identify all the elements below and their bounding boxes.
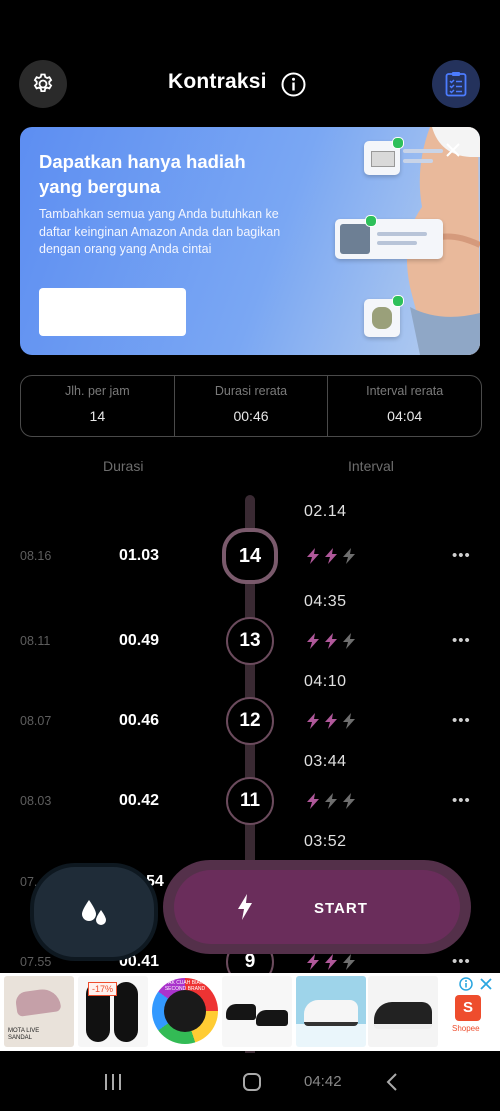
- ad-product-sticker[interactable]: TAPAK CUAH BIAWAS SECOND BRAND: [150, 976, 220, 1047]
- water-break-button[interactable]: [30, 863, 158, 961]
- ad-label: MOTA LIVE SANDAL: [8, 1028, 40, 1041]
- more-options-button[interactable]: •••: [452, 712, 471, 729]
- check-icon: [365, 215, 377, 227]
- more-options-button[interactable]: •••: [452, 547, 471, 564]
- ad-product-running-shoe[interactable]: [368, 976, 438, 1047]
- lightning-icon: [238, 894, 252, 920]
- product-card: [335, 215, 443, 259]
- ad-product-sneakers[interactable]: [296, 976, 366, 1047]
- interval-value: 03:44: [304, 753, 347, 770]
- intensity-bolt-icon: [343, 793, 355, 809]
- product-ad-strip[interactable]: MOTA LIVE SANDAL -17% TAPAK CUAH BIAWAS …: [0, 973, 500, 1051]
- intensity-indicator: [306, 793, 356, 809]
- intensity-bolt-icon: [307, 713, 319, 729]
- banner-headline: Dapatkan hanya hadiah yang berguna: [39, 151, 246, 197]
- stat-average-interval: Interval rerata 04:04: [327, 376, 481, 436]
- intensity-bolt-icon: [325, 633, 337, 649]
- intensity-indicator: [306, 713, 356, 729]
- intensity-bolt-icon: [325, 954, 337, 970]
- contraction-number-badge[interactable]: 12: [226, 697, 274, 745]
- intensity-bolt-icon: [325, 793, 337, 809]
- stat-label: Interval rerata: [366, 384, 444, 398]
- contraction-time: 08.07: [20, 714, 52, 728]
- recent-apps-icon[interactable]: [103, 1073, 123, 1091]
- intensity-bolt-icon: [307, 633, 319, 649]
- contraction-number-badge[interactable]: 13: [226, 617, 274, 665]
- more-options-button[interactable]: •••: [452, 792, 471, 809]
- interval-value: 04:10: [304, 673, 347, 690]
- shopee-label: Shopee: [452, 1024, 480, 1033]
- checklist-icon: [445, 72, 467, 97]
- page-title: Kontraksi: [168, 70, 267, 93]
- intensity-bolt-icon: [325, 713, 337, 729]
- close-icon[interactable]: [444, 141, 462, 159]
- intensity-bolt-icon: [325, 548, 337, 564]
- intensity-indicator: [306, 954, 356, 970]
- promo-banner[interactable]: Dapatkan hanya hadiah yang berguna Tamba…: [20, 127, 480, 355]
- contraction-duration: 01.03: [119, 547, 160, 564]
- close-icon[interactable]: [479, 977, 493, 991]
- ad-product-sandal[interactable]: MOTA LIVE SANDAL: [4, 976, 74, 1047]
- stat-value: 04:04: [387, 408, 423, 424]
- more-options-button[interactable]: •••: [452, 632, 471, 649]
- product-card: [364, 137, 404, 175]
- contraction-number-badge[interactable]: 11: [226, 777, 274, 825]
- system-nav-bar: 04:42: [0, 1053, 500, 1111]
- intensity-bolt-icon: [307, 793, 319, 809]
- nav-time: 04:42: [304, 1073, 342, 1090]
- product-card: [364, 295, 404, 337]
- stat-label: Durasi rerata: [214, 384, 288, 398]
- intensity-indicator: [306, 548, 356, 564]
- intensity-bolt-icon: [343, 633, 355, 649]
- contraction-duration: 00.42: [119, 792, 160, 809]
- home-icon[interactable]: [242, 1072, 262, 1092]
- contraction-time: 08.03: [20, 794, 52, 808]
- more-options-button[interactable]: •••: [452, 953, 471, 970]
- contraction-duration: 00.46: [119, 712, 160, 729]
- info-icon: [281, 72, 306, 97]
- start-button[interactable]: START: [163, 860, 471, 954]
- water-drops-icon: [82, 900, 106, 925]
- settings-button[interactable]: [19, 60, 67, 108]
- stat-value: 14: [89, 408, 106, 424]
- interval-value: 03:52: [304, 833, 347, 850]
- stat-average-duration: Durasi rerata 00:46: [173, 376, 328, 436]
- info-button[interactable]: [281, 72, 306, 102]
- stats-panel: Jlh. per jam 14 Durasi rerata 00:46 Inte…: [20, 375, 482, 437]
- banner-body: Tambahkan semua yang Anda butuhkan ke da…: [39, 207, 281, 256]
- intensity-bolt-icon: [307, 954, 319, 970]
- contraction-number-badge[interactable]: 14: [222, 528, 278, 584]
- back-icon[interactable]: [385, 1072, 399, 1092]
- stat-per-hour: Jlh. per jam 14: [21, 376, 174, 436]
- intensity-bolt-icon: [343, 713, 355, 729]
- check-icon: [392, 295, 404, 307]
- intensity-bolt-icon: [343, 954, 355, 970]
- interval-value: 02.14: [304, 503, 347, 520]
- banner-cta-button[interactable]: [39, 288, 186, 336]
- gear-icon: [33, 73, 53, 92]
- contraction-time: 08.16: [20, 549, 52, 563]
- intensity-indicator: [306, 633, 356, 649]
- intensity-bolt-icon: [307, 548, 319, 564]
- shopee-logo: S: [455, 995, 481, 1021]
- adchoices-icon[interactable]: [459, 977, 473, 991]
- interval-value: 04:35: [304, 593, 347, 610]
- discount-badge: -17%: [88, 982, 118, 996]
- ad-product-flipflop[interactable]: -17%: [78, 976, 148, 1047]
- interval-column-header: Interval: [348, 458, 394, 474]
- contraction-time: 07.55: [20, 955, 52, 969]
- contraction-time: 08.11: [20, 634, 51, 648]
- ad-product-shoes[interactable]: [222, 976, 292, 1047]
- checklist-button[interactable]: [432, 60, 480, 108]
- start-label: START: [314, 900, 368, 917]
- duration-column-header: Durasi: [103, 458, 144, 474]
- contraction-duration: 00.49: [119, 632, 160, 649]
- intensity-bolt-icon: [343, 548, 355, 564]
- ad-label: TAPAK CUAH BIAWAS SECOND BRAND: [159, 980, 211, 992]
- stat-value: 00:46: [233, 408, 269, 424]
- check-icon: [392, 137, 404, 149]
- stat-label: Jlh. per jam: [65, 384, 130, 398]
